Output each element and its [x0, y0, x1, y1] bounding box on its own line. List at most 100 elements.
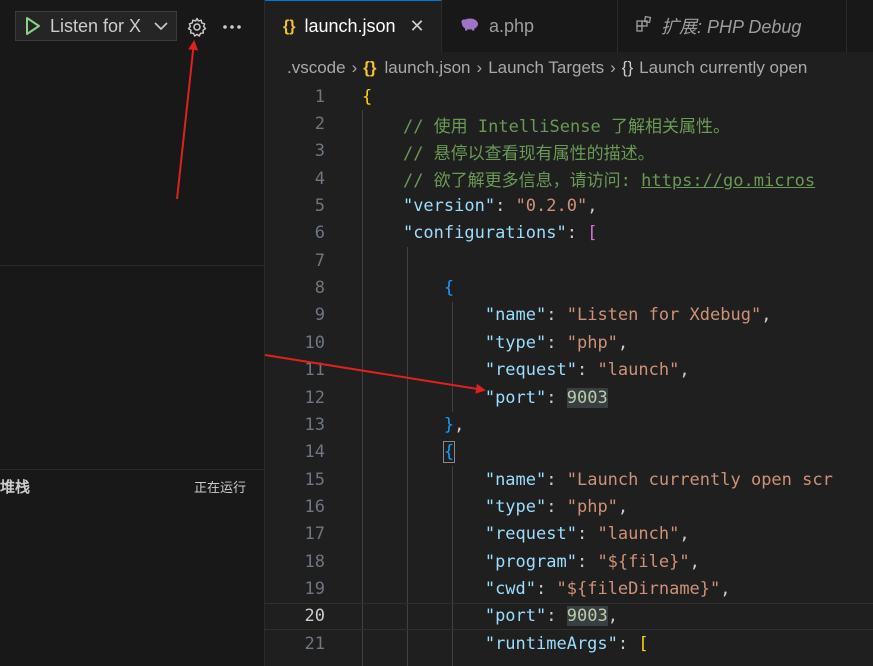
code-line[interactable]: 16 "type": "php",: [265, 493, 873, 520]
code-line[interactable]: 2 // 使用 IntelliSense 了解相关属性。: [265, 110, 873, 137]
json-braces-icon: {}: [283, 17, 296, 35]
php-elephant-icon: [460, 17, 480, 36]
code-token: "name": [484, 469, 547, 490]
tab-label: a.php: [489, 15, 535, 36]
code-line[interactable]: 18 "program": "${file}",: [265, 548, 873, 575]
code-token: :: [576, 360, 598, 381]
tab-launch-json[interactable]: {} launch.json ✕: [265, 0, 442, 52]
code-content: "type": "php",: [362, 333, 628, 353]
code-line[interactable]: 6 "configurations": [: [265, 220, 873, 247]
code-line[interactable]: 20 "port": 9003,: [265, 602, 873, 631]
code-line[interactable]: 5 "version": "0.2.0",: [265, 192, 873, 219]
code-editor[interactable]: 1{2 // 使用 IntelliSense 了解相关属性。 3 // 悬停以查看…: [265, 83, 873, 666]
code-token: :: [546, 496, 567, 517]
code-content: {: [362, 278, 454, 298]
tab-extension-php-debug[interactable]: 扩展: PHP Debug: [618, 0, 847, 52]
code-token: // 欲了解更多信息，请访问:: [402, 171, 642, 192]
line-number: 15: [304, 469, 325, 490]
code-token: :: [546, 606, 567, 627]
code-token: 9003: [566, 387, 608, 408]
line-number: 21: [304, 633, 325, 654]
line-number: 5: [314, 196, 325, 217]
call-stack-title: 堆栈: [0, 478, 31, 496]
code-line[interactable]: 19 "cwd": "${fileDirname}",: [265, 575, 873, 602]
call-stack-header[interactable]: 堆栈 正在运行: [0, 470, 264, 502]
line-number: 16: [304, 496, 325, 517]
code-token: "Launch currently open scr: [566, 469, 833, 490]
breadcrumb-item[interactable]: {} launch.json: [363, 58, 470, 78]
line-number: 4: [314, 168, 325, 189]
code-token: "launch": [597, 360, 680, 381]
json-braces-icon: {}: [363, 58, 377, 77]
line-number: 18: [304, 551, 325, 572]
call-stack-status: 正在运行: [193, 479, 246, 495]
breadcrumb-item[interactable]: {} Launch currently open: [622, 58, 808, 78]
breadcrumb-item[interactable]: Launch Targets: [488, 58, 604, 78]
debug-config-label: Listen for X: [50, 15, 142, 36]
code-content: // 使用 IntelliSense 了解相关属性。: [362, 112, 730, 137]
code-line[interactable]: 21 "runtimeArgs": [: [265, 630, 873, 657]
code-line[interactable]: 8 {: [265, 274, 873, 301]
code-token: "program": [484, 551, 577, 572]
code-line[interactable]: 1{: [265, 83, 873, 110]
code-content: },: [362, 415, 465, 435]
chevron-right-icon: ›: [476, 58, 483, 77]
extensions-icon: [636, 15, 652, 37]
code-line[interactable]: 17 "request": "launch",: [265, 521, 873, 548]
line-number: 19: [304, 578, 325, 599]
tab-a-php[interactable]: a.php: [442, 0, 618, 52]
breadcrumb-label: Launch currently open: [639, 58, 808, 77]
code-line[interactable]: 3 // 悬停以查看现有属性的描述。: [265, 138, 873, 165]
code-token: "port": [484, 387, 547, 408]
code-token: :: [536, 578, 557, 599]
chevron-down-icon[interactable]: [150, 21, 172, 31]
debug-config-select[interactable]: Listen for X: [15, 11, 177, 41]
start-debugging-icon[interactable]: [16, 12, 50, 40]
code-line[interactable]: 14 {: [265, 439, 873, 466]
code-line[interactable]: 13 },: [265, 411, 873, 438]
code-content: "name": "Listen for Xdebug",: [362, 305, 772, 326]
code-token: ,: [761, 305, 772, 326]
code-token: :: [546, 387, 567, 408]
breadcrumb-item[interactable]: .vscode: [287, 58, 346, 78]
code-content: "port": 9003,: [362, 606, 618, 627]
tab-bar: {} launch.json ✕ a.php 扩展: PHP Debug: [265, 0, 873, 52]
code-line[interactable]: 9 "name": "Listen for Xdebug",: [265, 302, 873, 329]
code-line[interactable]: 7: [265, 247, 873, 274]
line-number: 20: [304, 606, 325, 627]
close-icon[interactable]: ✕: [410, 16, 425, 37]
code-content: "configurations": [: [362, 223, 598, 244]
code-token: ,: [689, 551, 700, 572]
code-token: "port": [484, 606, 547, 627]
line-number: 3: [314, 141, 325, 162]
code-token: ,: [587, 196, 598, 217]
code-line[interactable]: 4 // 欲了解更多信息，请访问: https://go.micros: [265, 165, 873, 192]
code-token: [: [587, 223, 598, 244]
code-token: "request": [484, 360, 577, 381]
panel-divider: [0, 265, 264, 266]
code-line[interactable]: 11 "request": "launch",: [265, 357, 873, 384]
code-line[interactable]: 12 "port": 9003: [265, 384, 873, 411]
more-actions-icon[interactable]: [220, 15, 244, 39]
code-token: "configurations": [402, 223, 567, 244]
code-token: 9003: [566, 606, 608, 627]
code-token: :: [576, 551, 598, 572]
code-token: {: [362, 86, 373, 107]
debug-sidebar: Listen for X 堆栈 正在运行: [0, 0, 265, 666]
open-launch-json-gear-icon[interactable]: [185, 15, 209, 39]
chevron-right-icon: ›: [610, 58, 616, 77]
chevron-right-icon: ›: [351, 58, 358, 77]
code-line[interactable]: 15 "name": "Launch currently open scr: [265, 466, 873, 493]
code-token: // 悬停以查看现有属性的描述。: [402, 143, 655, 164]
code-line[interactable]: 10 "type": "php",: [265, 329, 873, 356]
code-content: "request": "launch",: [362, 360, 690, 380]
